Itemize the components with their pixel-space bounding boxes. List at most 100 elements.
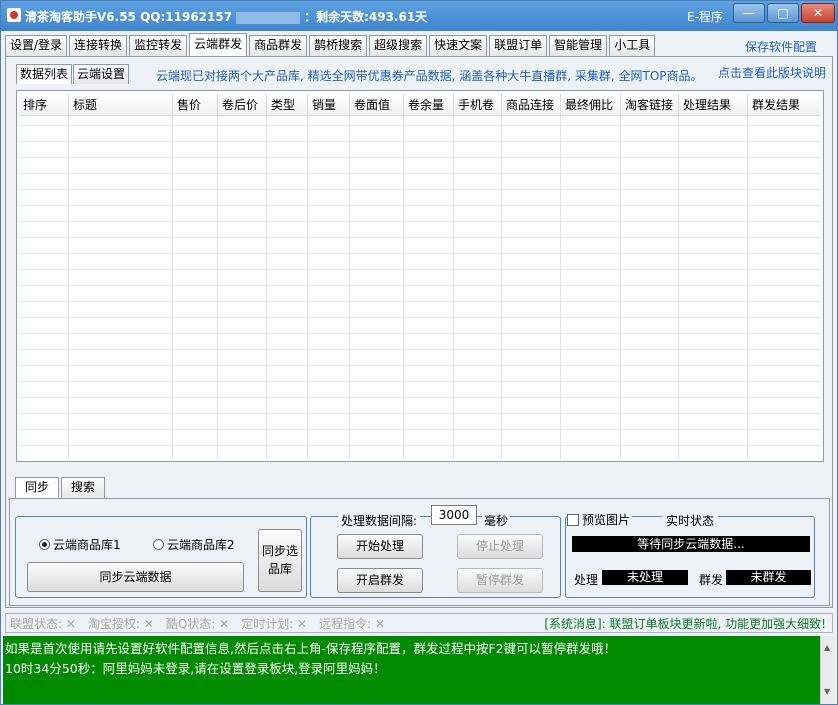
mass-send-status-label: 群发 [699,573,724,587]
log-line: 10时34分50秒：阿里妈妈未登录,请在设置登录板块,登录阿里妈妈！ [5,661,386,676]
remote-command-status: 远程指令: ✕ [319,616,386,631]
column-divider [501,116,502,459]
coolq-status: 酷Q状态: ✕ [165,616,230,631]
data-table-frame: 排序 标题 售价 卷后价 类型 销量 卷面值 卷余量 手机卷 商品连接 最终佣比… [16,90,824,462]
top-tab-bar: 设置/登录 连接转换 监控转发 云端群发 商品群发 鹊桥搜索 超级搜索 快速文案… [5,33,657,57]
tab-alliance-orders[interactable]: 联盟订单 [489,35,548,56]
log-scrollbar[interactable]: ▲ ▼ [820,636,835,704]
maximize-button[interactable]: □ [767,3,799,23]
tab-smart-management[interactable]: 智能管理 [549,35,608,56]
button-line: 同步选 [261,544,298,558]
cloud-notice: 云端现已对接两个大产品库, 精选全网带优惠券产品数据, 涵盖各种大牛直播群, 采… [156,69,703,83]
sync-status-display: 等待同步云端数据... [572,536,810,552]
column-divider [349,116,350,459]
column-divider [217,116,218,459]
stop-processing-button[interactable]: 停止处理 [457,534,543,559]
sync-selected-library-button[interactable]: 同步选 品库 [258,529,302,592]
tab-search[interactable]: 搜索 [61,477,106,498]
column-divider [68,116,69,459]
remaining-days: ：剩余天数:493.61天 [304,10,428,24]
radio-label: 云端商品库1 [53,538,121,552]
tab-settings-login[interactable]: 设置/登录 [5,35,68,56]
col-coupon-price[interactable]: 卷后价 [218,94,267,116]
col-taoke-link[interactable]: 淘客链接 [621,94,679,116]
column-divider [307,116,308,459]
column-divider [266,116,267,459]
scroll-down-icon[interactable]: ▼ [824,682,830,702]
col-price[interactable]: 售价 [173,94,218,116]
data-table[interactable]: 排序 标题 售价 卷后价 类型 销量 卷面值 卷余量 手机卷 商品连接 最终佣比… [19,94,821,459]
tab-quick-copy[interactable]: 快速文案 [429,35,488,56]
scroll-up-icon[interactable]: ▲ [824,638,830,658]
app-icon [7,8,21,22]
mass-send-status-value: 未群发 [726,570,811,585]
col-product-link[interactable]: 商品连接 [502,94,561,116]
col-final-commission[interactable]: 最终佣比 [561,94,621,116]
tab-tools[interactable]: 小工具 [609,35,656,56]
col-title[interactable]: 标题 [69,94,173,116]
redacted-username [236,11,301,24]
lower-tab-bar: 同步 搜索 [15,477,107,498]
col-process-result[interactable]: 处理结果 [679,94,748,116]
column-divider [453,116,454,459]
taobao-auth-status: 淘宝授权: ✕ [87,616,154,631]
help-link[interactable]: 点击查看此版块说明 [718,64,826,81]
column-divider [620,116,621,459]
radio-unselected-icon [153,539,164,550]
col-mass-result[interactable]: 群发结果 [748,94,821,116]
preview-image-checkbox[interactable]: 预览图片 [567,511,633,528]
sync-cloud-data-button[interactable]: 同步云端数据 [27,562,244,592]
save-config-link[interactable]: 保存软件配置 [745,38,817,55]
sync-panel: 云端商品库1 云端商品库2 同步云端数据 同步选 品库 处理数据间隔: 3000 … [9,498,830,606]
tab-sync[interactable]: 同步 [15,477,60,498]
tab-monitor-forward[interactable]: 监控转发 [129,35,188,56]
process-status-label: 处理 [574,573,599,587]
pause-mass-send-button[interactable]: 暂停群发 [457,568,543,593]
table-header: 排序 标题 售价 卷后价 类型 销量 卷面值 卷余量 手机卷 商品连接 最终佣比… [19,94,821,116]
log-line: 如果是首次使用请先设置好软件配置信息,然后点击右上角-保存程序配置，群发过程中按… [5,641,617,656]
column-divider [747,116,748,459]
status-bar: 联盟状态: ✕ 淘宝授权: ✕ 酷Q状态: ✕ 定时计划: ✕ 远程指令: ✕ … [5,613,833,633]
tab-magpie-search[interactable]: 鹊桥搜索 [309,35,368,56]
close-button[interactable]: ✕ [801,3,835,23]
column-divider [678,116,679,459]
col-type[interactable]: 类型 [267,94,308,116]
col-coupon-remaining[interactable]: 卷余量 [404,94,454,116]
col-mobile-coupon[interactable]: 手机卷 [454,94,502,116]
sub-tab-bar: 数据列表 云端设置 [16,64,130,84]
col-coupon-value[interactable]: 卷面值 [350,94,404,116]
title-label: 清茶淘客助手V6.55 QQ:11962157 [25,10,233,24]
app-window: 清茶淘客助手V6.55 QQ:11962157 ：剩余天数:493.61天 E-程… [0,0,838,705]
column-divider [560,116,561,459]
title-bar: 清茶淘客助手V6.55 QQ:11962157 ：剩余天数:493.61天 E-程… [1,1,837,31]
schedule-status: 定时计划: ✕ [241,616,308,631]
col-sales[interactable]: 销量 [308,94,350,116]
tab-cloud-mass-send[interactable]: 云端群发 [189,33,248,56]
tab-link-convert[interactable]: 连接转换 [69,35,128,56]
log-panel[interactable]: 如果是首次使用请先设置好软件配置信息,然后点击右上角-保存程序配置，群发过程中按… [3,636,835,704]
tab-data-list[interactable]: 数据列表 [16,64,73,84]
minimize-button[interactable]: — [733,3,765,23]
start-mass-send-button[interactable]: 开启群发 [337,568,423,593]
process-status-value: 未处理 [602,570,688,585]
button-line: 品库 [267,562,292,576]
radio-cloud-library-2[interactable]: 云端商品库2 [153,536,235,553]
tab-product-mass-send[interactable]: 商品群发 [249,35,308,56]
radio-selected-icon [39,539,50,550]
e-program-label: E-程序 [687,10,723,24]
interval-unit: 毫秒 [482,512,511,529]
realtime-status-title: 实时状态 [662,512,719,529]
radio-label: 云端商品库2 [167,538,235,552]
tab-super-search[interactable]: 超级搜索 [369,35,428,56]
start-processing-button[interactable]: 开始处理 [337,534,423,559]
tab-cloud-settings[interactable]: 云端设置 [73,64,130,84]
alliance-status: 联盟状态: ✕ [10,616,76,631]
interval-label: 处理数据间隔: [338,512,421,529]
interval-input[interactable]: 3000 [431,505,477,525]
checkbox-icon [567,514,579,526]
window-title: 清茶淘客助手V6.55 QQ:11962157 ：剩余天数:493.61天 [25,8,427,25]
col-sort[interactable]: 排序 [19,94,69,116]
column-divider [172,116,173,459]
sync-source-group: 云端商品库1 云端商品库2 同步云端数据 同步选品库 [15,516,307,598]
radio-cloud-library-1[interactable]: 云端商品库1 [39,536,121,553]
